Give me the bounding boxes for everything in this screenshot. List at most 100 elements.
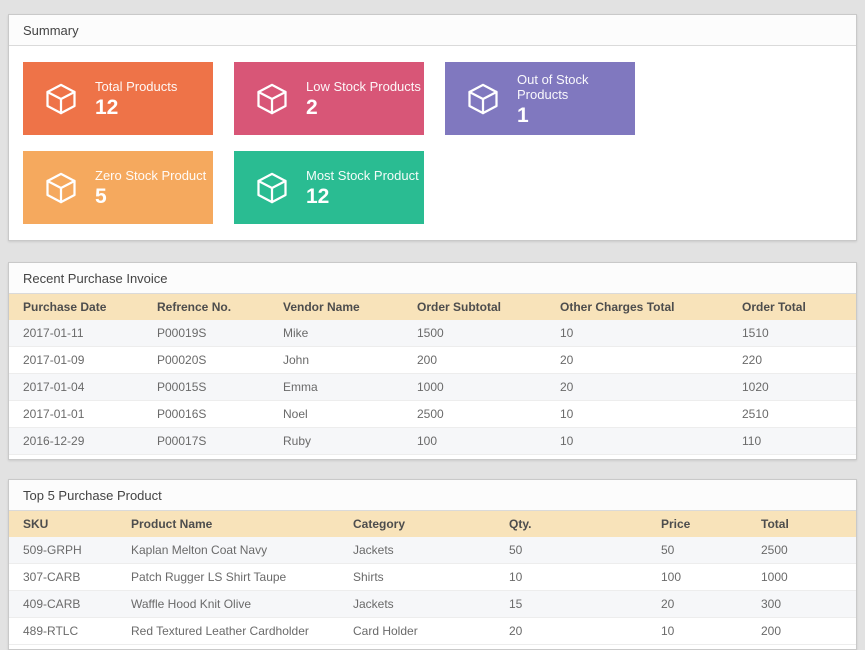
card-label: Total Products	[95, 79, 177, 94]
cell: 2017-01-11	[9, 320, 149, 347]
cell: 220	[734, 347, 856, 374]
cell: 100	[653, 564, 753, 591]
panel-title-top-purchase-product: Top 5 Purchase Product	[9, 480, 856, 511]
column-header: Purchase Date	[9, 294, 149, 320]
column-header: Vendor Name	[275, 294, 409, 320]
card-label: Out of Stock Products	[517, 72, 635, 102]
cell: Waffle Hood Knit Olive	[123, 591, 345, 618]
cell: Noel	[275, 401, 409, 428]
top-purchase-product-table: SKU Product Name Category Qty. Price Tot…	[9, 511, 856, 645]
cell: 409-CARB	[9, 591, 123, 618]
card-value: 12	[306, 186, 419, 207]
panel-title-summary: Summary	[9, 15, 856, 46]
card-out-of-stock-products: Out of Stock Products 1	[445, 62, 635, 135]
table-row: 509-GRPH Kaplan Melton Coat Navy Jackets…	[9, 537, 856, 564]
cell: 110	[734, 428, 856, 455]
cell: 1510	[734, 320, 856, 347]
cube-icon	[465, 81, 501, 117]
cell: Red Textured Leather Cardholder	[123, 618, 345, 645]
column-header: Other Charges Total	[552, 294, 734, 320]
table-header-row: SKU Product Name Category Qty. Price Tot…	[9, 511, 856, 537]
summary-panel: Summary Total Products 12 Low Stock Prod…	[8, 14, 857, 241]
cell: John	[275, 347, 409, 374]
cell: 20	[653, 591, 753, 618]
cube-icon	[254, 170, 290, 206]
cell: 200	[409, 347, 552, 374]
table-row: 409-CARB Waffle Hood Knit Olive Jackets …	[9, 591, 856, 618]
cube-icon	[254, 81, 290, 117]
cell: 100	[409, 428, 552, 455]
cell: 20	[552, 374, 734, 401]
card-value: 1	[517, 105, 635, 126]
table-row: 2016-12-29 P00017S Ruby 100 10 110	[9, 428, 856, 455]
cell: 15	[501, 591, 653, 618]
cell: Card Holder	[345, 618, 501, 645]
column-header: Category	[345, 511, 501, 537]
cell: 10	[552, 401, 734, 428]
cell: Kaplan Melton Coat Navy	[123, 537, 345, 564]
table-row: 2017-01-04 P00015S Emma 1000 20 1020	[9, 374, 856, 401]
cell: 200	[753, 618, 856, 645]
cell: Mike	[275, 320, 409, 347]
column-header: Order Subtotal	[409, 294, 552, 320]
cell: Patch Rugger LS Shirt Taupe	[123, 564, 345, 591]
cell: 2500	[409, 401, 552, 428]
cell: P00020S	[149, 347, 275, 374]
card-total-products: Total Products 12	[23, 62, 213, 135]
cell: Emma	[275, 374, 409, 401]
cell: P00017S	[149, 428, 275, 455]
card-label: Low Stock Products	[306, 79, 421, 94]
cell: 2017-01-09	[9, 347, 149, 374]
cell: 1500	[409, 320, 552, 347]
cell: 2017-01-01	[9, 401, 149, 428]
cell: 50	[501, 537, 653, 564]
column-header: SKU	[9, 511, 123, 537]
top-purchase-product-panel: Top 5 Purchase Product SKU Product Name …	[8, 479, 857, 650]
table-row: 2017-01-09 P00020S John 200 20 220	[9, 347, 856, 374]
card-most-stock-product: Most Stock Product 12	[234, 151, 424, 224]
card-value: 2	[306, 97, 421, 118]
card-value: 5	[95, 186, 206, 207]
card-low-stock-products: Low Stock Products 2	[234, 62, 424, 135]
cell: 20	[552, 347, 734, 374]
cube-icon	[43, 170, 79, 206]
cell: P00015S	[149, 374, 275, 401]
cell: 1020	[734, 374, 856, 401]
cell: 2510	[734, 401, 856, 428]
cell: 2500	[753, 537, 856, 564]
table-row: 2017-01-01 P00016S Noel 2500 10 2510	[9, 401, 856, 428]
recent-purchase-invoice-panel: Recent Purchase Invoice Purchase Date Re…	[8, 262, 857, 460]
cell: P00016S	[149, 401, 275, 428]
column-header: Product Name	[123, 511, 345, 537]
cell: 10	[653, 618, 753, 645]
table-row: 2017-01-11 P00019S Mike 1500 10 1510	[9, 320, 856, 347]
cell: Ruby	[275, 428, 409, 455]
column-header: Price	[653, 511, 753, 537]
cell: 307-CARB	[9, 564, 123, 591]
recent-purchase-invoice-table: Purchase Date Refrence No. Vendor Name O…	[9, 294, 856, 455]
cell: 2017-01-04	[9, 374, 149, 401]
cell: 300	[753, 591, 856, 618]
cell: 2016-12-29	[9, 428, 149, 455]
summary-cards: Total Products 12 Low Stock Products 2 O…	[9, 46, 856, 240]
cell: 1000	[753, 564, 856, 591]
cell: 10	[501, 564, 653, 591]
panel-title-recent-purchase-invoice: Recent Purchase Invoice	[9, 263, 856, 294]
card-value: 12	[95, 97, 177, 118]
card-label: Zero Stock Product	[95, 168, 206, 183]
cell: Jackets	[345, 537, 501, 564]
card-zero-stock-product: Zero Stock Product 5	[23, 151, 213, 224]
cell: Jackets	[345, 591, 501, 618]
card-label: Most Stock Product	[306, 168, 419, 183]
cell: 10	[552, 428, 734, 455]
cell: 489-RTLC	[9, 618, 123, 645]
cell: 20	[501, 618, 653, 645]
column-header: Order Total	[734, 294, 856, 320]
column-header: Refrence No.	[149, 294, 275, 320]
table-row: 307-CARB Patch Rugger LS Shirt Taupe Shi…	[9, 564, 856, 591]
table-row: 489-RTLC Red Textured Leather Cardholder…	[9, 618, 856, 645]
cell: P00019S	[149, 320, 275, 347]
cell: 509-GRPH	[9, 537, 123, 564]
cell: Shirts	[345, 564, 501, 591]
column-header: Total	[753, 511, 856, 537]
